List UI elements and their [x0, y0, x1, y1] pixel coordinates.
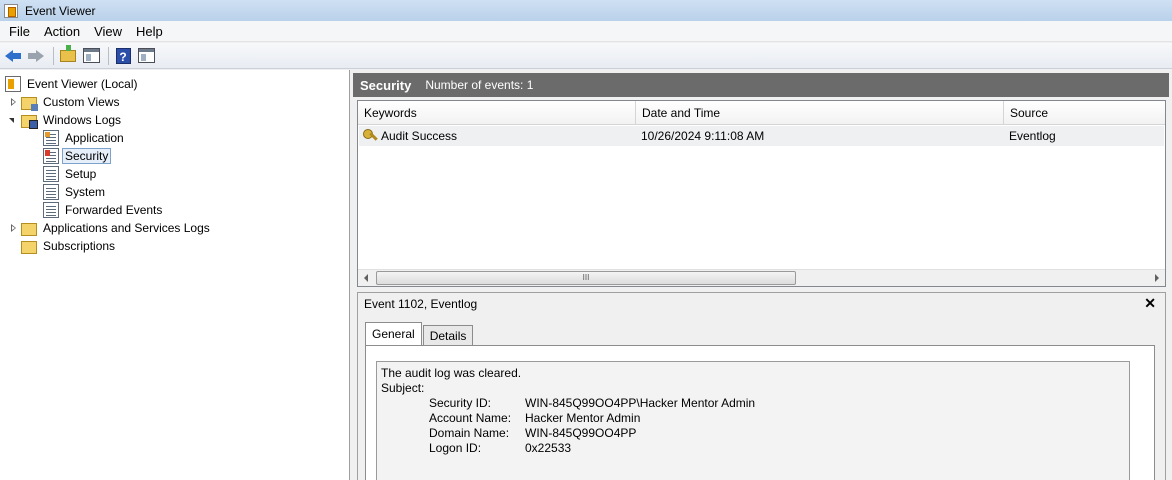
- tree-item-application[interactable]: Application: [43, 129, 127, 147]
- event-count: Number of events: 1: [425, 78, 534, 92]
- tree-item-system[interactable]: System: [43, 183, 108, 201]
- menu-help[interactable]: Help: [129, 24, 170, 39]
- folder-icon: [21, 114, 38, 129]
- tree-label: Setup: [65, 167, 97, 181]
- up-folder-button[interactable]: [58, 44, 78, 66]
- expand-arrow-icon[interactable]: [9, 97, 18, 107]
- show-hide-tree-icon: [82, 48, 100, 63]
- tree-label: Custom Views: [43, 95, 120, 109]
- tree-label: Windows Logs: [43, 113, 122, 127]
- folder-icon: [21, 96, 38, 111]
- tree-item-security[interactable]: Security: [43, 147, 112, 165]
- scroll-left-icon[interactable]: [364, 274, 368, 282]
- tree-label: Forwarded Events: [65, 203, 163, 217]
- field-row: Domain Name: WIN-845Q99OO4PP: [381, 426, 1129, 441]
- log-icon: [43, 148, 59, 164]
- forward-button[interactable]: [26, 46, 46, 66]
- event-message: The audit log was cleared.: [381, 366, 522, 380]
- tree-label: System: [65, 185, 106, 199]
- log-icon: [43, 202, 59, 218]
- column-header-date-time[interactable]: Date and Time: [636, 101, 1004, 125]
- folder-icon: [21, 222, 37, 236]
- tree-item-windows-logs[interactable]: Windows Logs: [9, 111, 124, 129]
- tab-details[interactable]: Details: [422, 325, 474, 345]
- expand-arrow-icon[interactable]: [9, 223, 18, 233]
- scrollbar-thumb[interactable]: III: [376, 271, 796, 285]
- cell-date-time: 10/26/2024 9:11:08 AM: [641, 129, 765, 143]
- tree-item-root[interactable]: Event Viewer (Local): [5, 75, 141, 93]
- menu-file[interactable]: File: [2, 24, 37, 39]
- detail-tabs: General Details: [365, 322, 474, 345]
- tree-label: Security: [62, 148, 112, 164]
- toolbar: ?: [0, 43, 1172, 69]
- log-title: Security: [360, 77, 412, 93]
- log-icon: [43, 130, 59, 146]
- event-detail-title: Event 1102, Eventlog: [364, 297, 478, 311]
- folder-icon: [21, 240, 37, 254]
- column-header-source[interactable]: Source: [1004, 101, 1165, 125]
- log-icon: [43, 166, 59, 182]
- event-detail-pane: Event 1102, Eventlog ✕ General Details T…: [357, 292, 1166, 480]
- cell-keywords: Audit Success: [359, 129, 637, 143]
- tree-label: Event Viewer (Local): [27, 77, 138, 91]
- tree-label: Subscriptions: [43, 239, 116, 253]
- horizontal-scrollbar[interactable]: III: [358, 269, 1165, 286]
- field-row: Account Name: Hacker Mentor Admin: [381, 411, 1129, 426]
- keywords-text: Audit Success: [381, 129, 458, 143]
- event-viewer-icon: [5, 76, 21, 92]
- menu-view[interactable]: View: [87, 24, 129, 39]
- show-hide-tree-button[interactable]: [81, 46, 101, 66]
- field-row: Logon ID: 0x22533: [381, 441, 1129, 456]
- tree-item-apps-services-logs[interactable]: Applications and Services Logs: [9, 219, 213, 237]
- forward-icon: [28, 49, 44, 62]
- events-table: Keywords Date and Time Source Audit Succ…: [357, 100, 1166, 287]
- show-hide-action-pane-icon: [137, 48, 155, 63]
- event-viewer-app-icon: [4, 3, 18, 18]
- table-row[interactable]: Audit Success 10/26/2024 9:11:08 AM Even…: [359, 126, 1164, 146]
- tree-label: Applications and Services Logs: [43, 221, 210, 235]
- tab-general[interactable]: General: [365, 322, 422, 345]
- collapse-arrow-icon[interactable]: [9, 116, 18, 125]
- toolbar-separator: [108, 46, 109, 65]
- help-button[interactable]: ?: [113, 46, 133, 66]
- close-icon[interactable]: ✕: [1144, 295, 1156, 312]
- audit-success-key-icon: [363, 129, 379, 143]
- field-key: Domain Name:: [429, 426, 510, 440]
- log-header: Security Number of events: 1: [353, 73, 1169, 97]
- up-folder-icon: [60, 44, 76, 62]
- subject-label: Subject:: [381, 381, 425, 395]
- menu-bar: File Action View Help: [0, 21, 1172, 42]
- tree-label: Application: [65, 131, 124, 145]
- field-value: WIN-845Q99OO4PP\Hacker Mentor Admin: [525, 396, 756, 410]
- event-description[interactable]: The audit log was cleared. Subject: Secu…: [376, 361, 1130, 480]
- tree-item-forwarded-events[interactable]: Forwarded Events: [43, 201, 165, 219]
- title-bar: Event Viewer: [0, 0, 1172, 21]
- field-value: Hacker Mentor Admin: [525, 411, 641, 425]
- console-tree: Event Viewer (Local) Custom Views Window…: [0, 70, 350, 480]
- field-value: 0x22533: [525, 441, 572, 455]
- table-header: Keywords Date and Time Source: [358, 101, 1165, 125]
- scroll-right-icon[interactable]: [1155, 274, 1159, 282]
- tree-item-setup[interactable]: Setup: [43, 165, 99, 183]
- show-hide-action-pane-button[interactable]: [136, 46, 156, 66]
- cell-source: Eventlog: [1009, 129, 1056, 143]
- field-key: Security ID:: [429, 396, 492, 410]
- window-title: Event Viewer: [25, 3, 96, 18]
- column-header-keywords[interactable]: Keywords: [358, 101, 636, 125]
- field-value: WIN-845Q99OO4PP: [525, 426, 637, 440]
- field-key: Account Name:: [429, 411, 512, 425]
- tree-item-subscriptions[interactable]: Subscriptions: [21, 237, 118, 255]
- log-icon: [43, 184, 59, 200]
- field-row: Security ID: WIN-845Q99OO4PP\Hacker Ment…: [381, 396, 1129, 411]
- help-icon: ?: [115, 47, 131, 64]
- back-icon: [5, 49, 21, 62]
- back-button[interactable]: [3, 46, 23, 66]
- general-tab-panel: The audit log was cleared. Subject: Secu…: [365, 345, 1155, 480]
- tree-item-custom-views[interactable]: Custom Views: [9, 93, 122, 111]
- field-key: Logon ID:: [429, 441, 482, 455]
- toolbar-separator: [53, 46, 54, 65]
- menu-action[interactable]: Action: [37, 24, 87, 39]
